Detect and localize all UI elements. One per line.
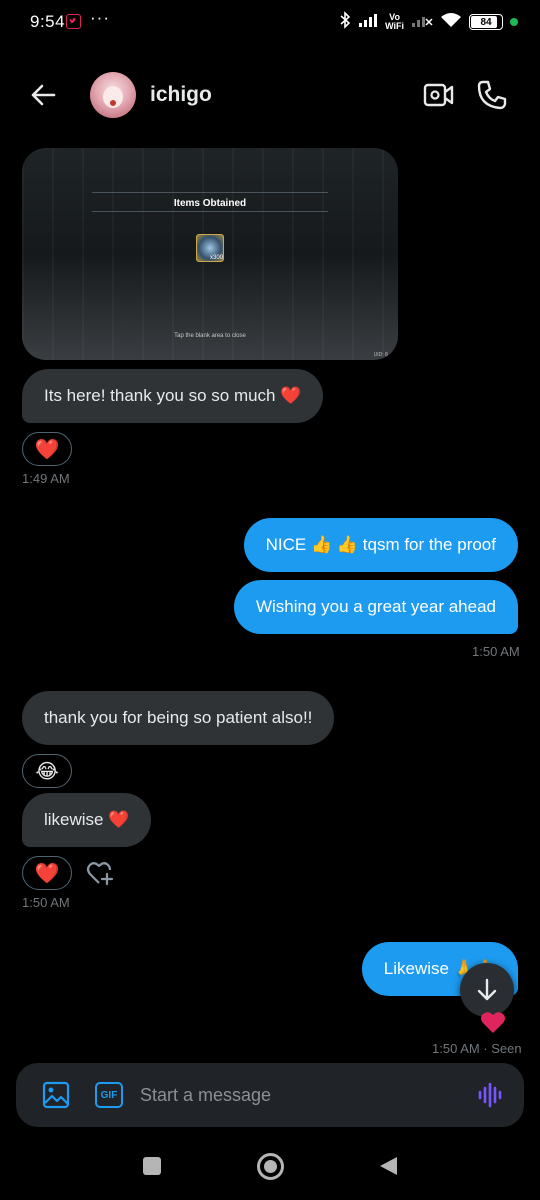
battery-level: 84	[480, 16, 492, 28]
recent-apps-button[interactable]	[143, 1157, 161, 1175]
privacy-indicator-dot	[510, 18, 518, 26]
arrow-down-icon	[477, 978, 497, 1001]
items-obtained-title: Items Obtained	[173, 198, 247, 209]
video-call-button[interactable]	[423, 80, 455, 110]
laughing-reaction[interactable]: 😂	[22, 754, 72, 788]
status-bar: 9:54 ··· Vo WiFi 84	[0, 0, 540, 46]
home-button[interactable]	[257, 1153, 284, 1180]
heart-plus-icon	[86, 862, 114, 886]
wifi-icon	[440, 12, 462, 33]
vowifi-bottom: WiFi	[385, 21, 404, 31]
heart-reaction-icon	[480, 1010, 506, 1034]
contact-name[interactable]: ichigo	[150, 83, 212, 107]
outgoing-message[interactable]: NICE 👍 👍 tqsm for the proof	[243, 518, 518, 572]
message-timestamp: 1:49 AM	[22, 471, 70, 486]
add-photo-button[interactable]	[42, 1081, 70, 1109]
more-notifications-icon: ···	[90, 8, 110, 27]
triangle-back-icon	[380, 1157, 397, 1175]
image-icon	[42, 1081, 70, 1109]
system-navigation-bar	[0, 1140, 540, 1200]
message-timestamp: 1:50 AM	[472, 644, 520, 659]
avatar-mouth	[110, 100, 116, 106]
conversation-header: ichigo	[0, 60, 540, 130]
outgoing-message[interactable]: Wishing you a great year ahead	[233, 580, 518, 634]
item-count: x300	[210, 255, 224, 261]
gif-button[interactable]: GIF	[95, 1082, 123, 1108]
twitter-notification-icon	[66, 14, 81, 29]
scroll-to-bottom-button[interactable]	[460, 963, 514, 1017]
back-arrow-icon	[31, 84, 56, 106]
back-button[interactable]	[26, 78, 60, 112]
image-attachment[interactable]: Items Obtained x300 Tap the blank area t…	[22, 148, 398, 360]
avatar[interactable]	[90, 72, 136, 118]
battery-icon: 84	[469, 14, 503, 30]
signal-icon	[358, 13, 378, 32]
video-call-icon	[423, 83, 454, 107]
message-composer: GIF	[16, 1063, 524, 1127]
message-input[interactable]	[140, 1077, 460, 1113]
incoming-message[interactable]: thank you for being so patient also!!	[22, 691, 335, 745]
phone-icon	[477, 80, 507, 110]
heart-reaction[interactable]: ❤️	[22, 432, 72, 466]
signal-no-service-icon	[411, 13, 433, 32]
heart-reaction[interactable]: ❤️	[22, 856, 72, 890]
message-timestamp: 1:50 AM	[22, 895, 70, 910]
uid-text: UID: 8...	[373, 352, 392, 358]
incoming-message[interactable]: Its here! thank you so so much ❤️	[22, 369, 324, 423]
voice-call-button[interactable]	[476, 79, 508, 111]
tap-to-close-text: Tap the blank area to close	[174, 333, 246, 339]
voice-message-button[interactable]	[476, 1081, 504, 1109]
status-time: 9:54	[30, 12, 66, 31]
vowifi-icon: Vo WiFi	[385, 13, 404, 31]
bluetooth-icon	[339, 10, 351, 34]
message-timestamp-seen: 1:50 AM · Seen	[432, 1041, 522, 1055]
add-reaction-button[interactable]	[85, 858, 115, 888]
voice-waveform-icon	[478, 1082, 502, 1108]
incoming-message[interactable]: likewise ❤️	[22, 793, 152, 847]
system-back-button[interactable]	[377, 1155, 399, 1177]
